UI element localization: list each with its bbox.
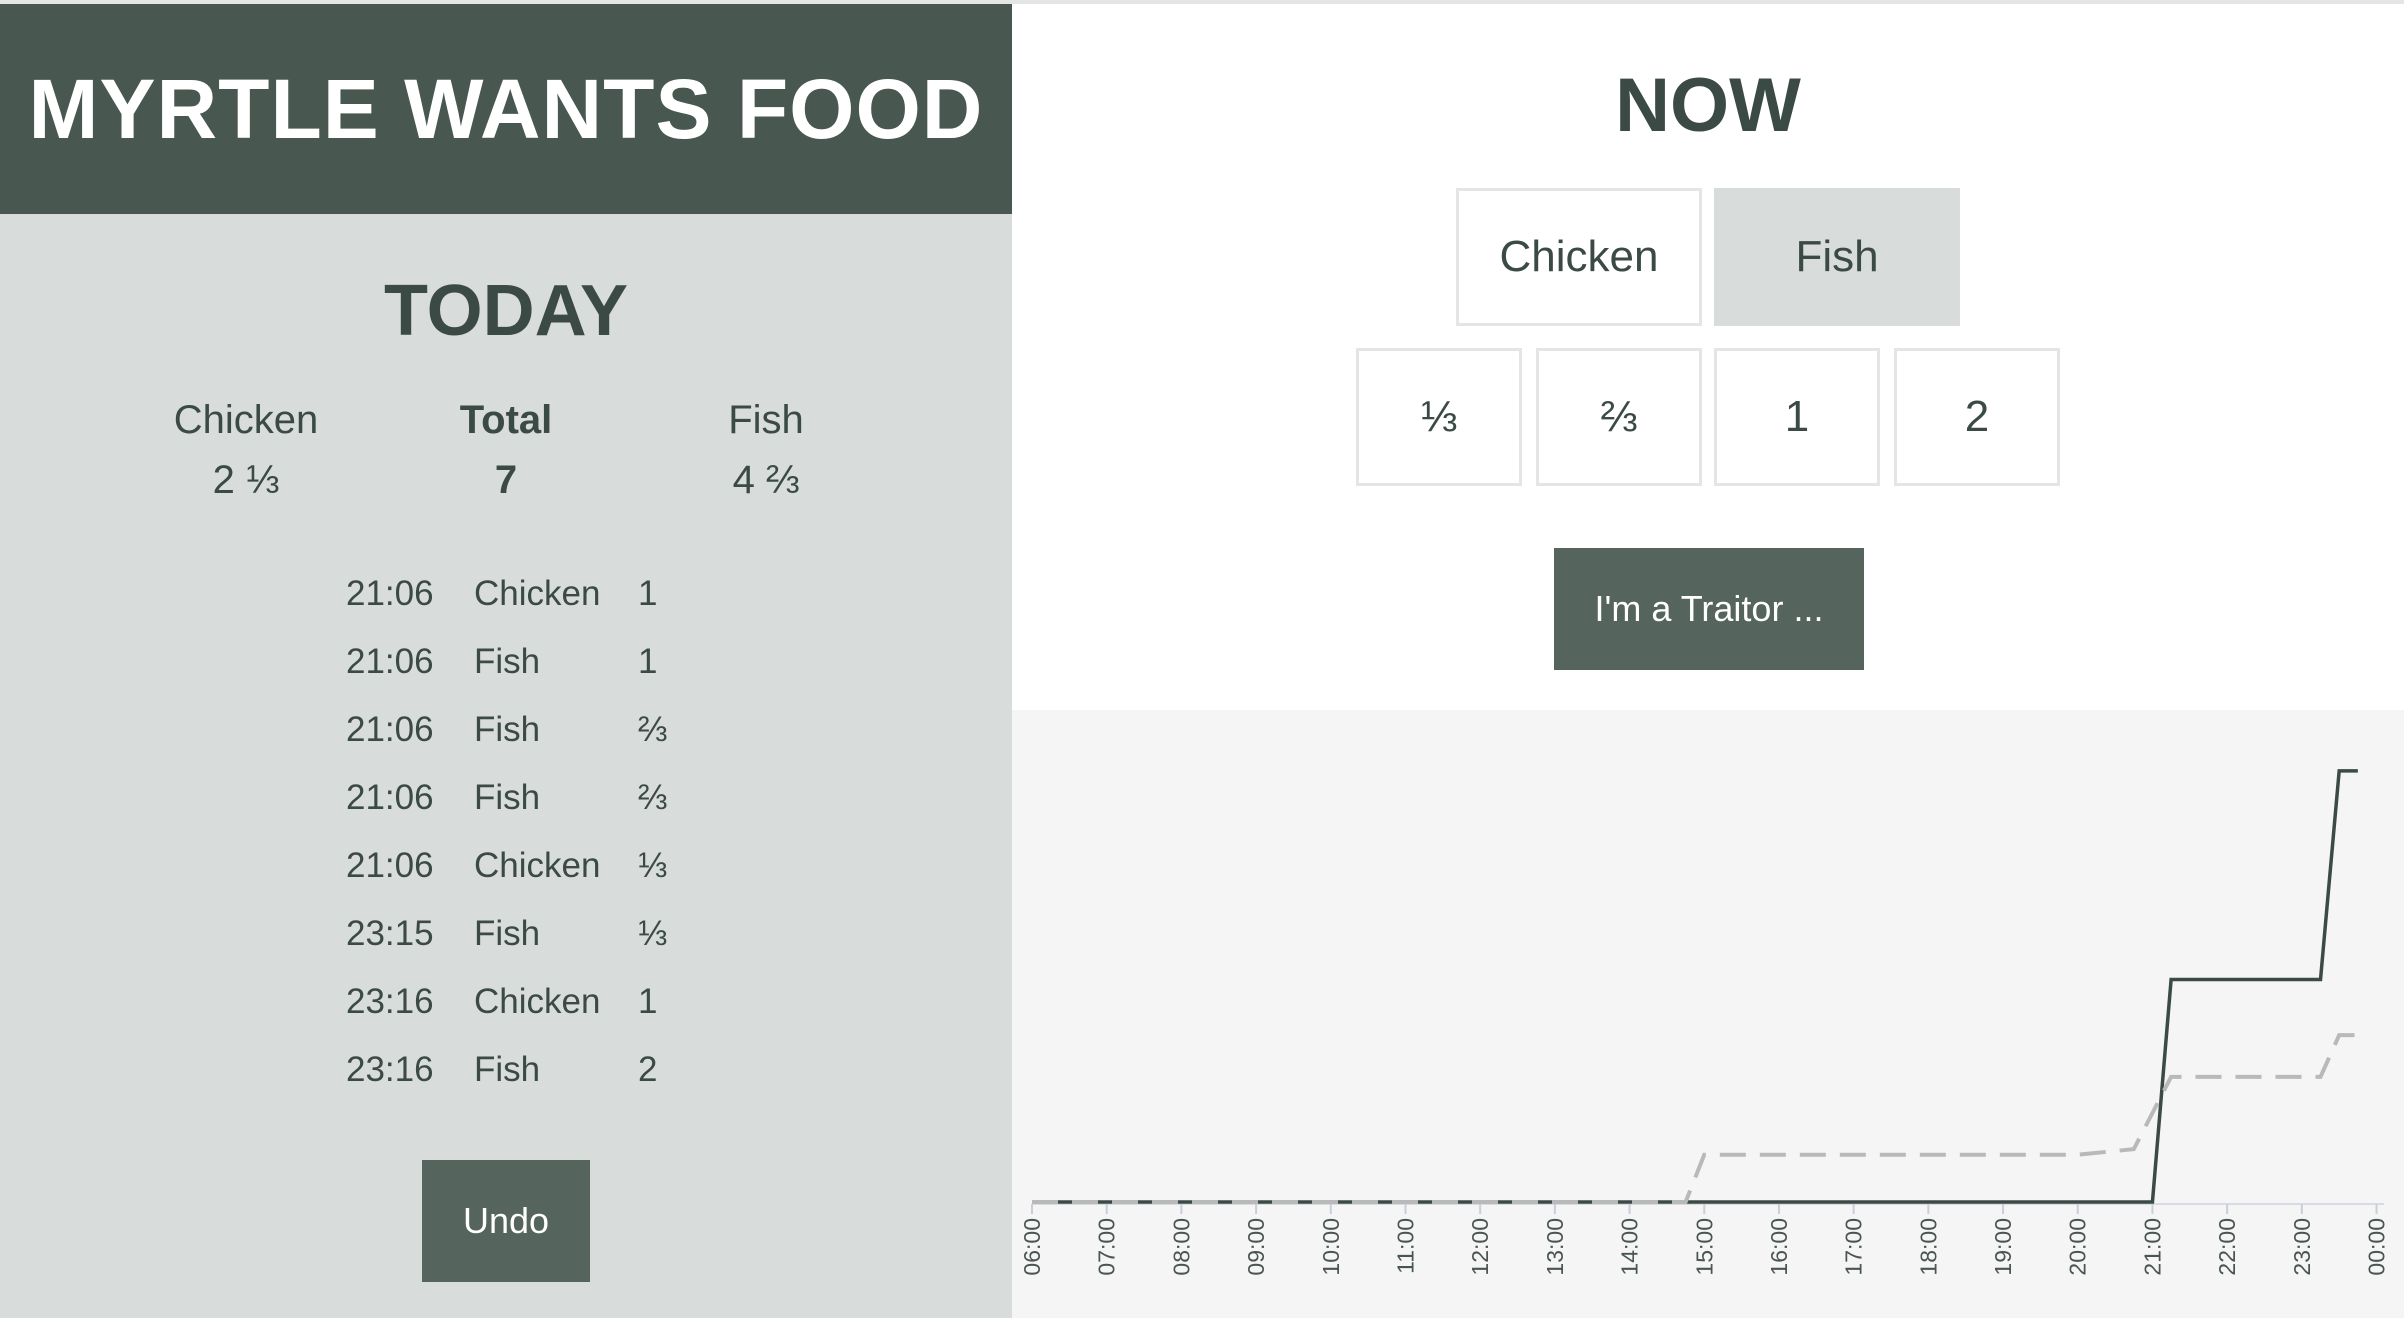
- log-food: Fish: [474, 1050, 541, 1089]
- summary-total-value: 7: [494, 458, 518, 502]
- log-food: Chicken: [474, 982, 601, 1021]
- log-amount: ⅔: [638, 778, 668, 817]
- now-title: NOW: [1615, 63, 1801, 148]
- x-tick-label: 06:00: [1019, 1218, 1045, 1276]
- amount-one-third-button[interactable]: ⅓: [1356, 348, 1522, 486]
- food-fish-button[interactable]: Fish: [1714, 188, 1960, 326]
- log-row: 21:06 Chicken 1: [346, 560, 746, 628]
- x-tick-label: 16:00: [1766, 1218, 1792, 1276]
- x-tick-label: 21:00: [2139, 1218, 2165, 1276]
- x-tick-label: 13:00: [1542, 1218, 1568, 1276]
- log-row: 21:06 Fish ⅔: [346, 764, 746, 832]
- feeding-log: 21:06 Chicken 1 21:06 Fish 1 21:06 Fish …: [346, 560, 746, 1104]
- amount-two-thirds-button[interactable]: ⅔: [1536, 348, 1702, 486]
- x-tick-label: 19:00: [1990, 1218, 2016, 1276]
- summary-chicken-label: Chicken: [173, 398, 319, 442]
- log-amount: 1: [638, 642, 658, 681]
- x-tick-label: 17:00: [1841, 1218, 1867, 1276]
- log-time: 23:16: [346, 982, 434, 1021]
- log-row: 23:15 Fish ⅓: [346, 900, 746, 968]
- log-food: Fish: [474, 778, 541, 817]
- log-row: 21:06 Fish ⅔: [346, 696, 746, 764]
- log-amount: 1: [638, 574, 658, 613]
- x-tick-label: 12:00: [1467, 1218, 1493, 1276]
- log-time: 21:06: [346, 642, 434, 681]
- summary-fish-label: Fish: [728, 398, 804, 442]
- log-time: 21:06: [346, 710, 434, 749]
- x-tick-label: 08:00: [1168, 1218, 1194, 1276]
- summary-chicken-value: 2 ⅓: [212, 458, 280, 502]
- x-tick-label: 00:00: [2364, 1218, 2390, 1276]
- log-amount: ⅓: [638, 846, 668, 885]
- log-time: 23:15: [346, 914, 434, 953]
- log-food: Fish: [474, 914, 541, 953]
- log-food: Fish: [474, 642, 541, 681]
- log-time: 21:06: [346, 846, 434, 885]
- chart-svg: 06:00 07:00 08:00 09:00 10:00 11:00 12:00 13:00…: [1019, 769, 2390, 1276]
- summary-total-label: Total: [459, 398, 553, 442]
- x-tick-label: 10:00: [1318, 1218, 1344, 1276]
- app-title: MYRTLE WANTS FOOD: [28, 61, 984, 156]
- x-tick-label: 09:00: [1243, 1218, 1269, 1276]
- log-time: 21:06: [346, 574, 434, 613]
- app-header: MYRTLE WANTS FOOD: [0, 4, 1012, 214]
- amount-one-button[interactable]: 1: [1714, 348, 1880, 486]
- amount-two-button[interactable]: 2: [1894, 348, 2060, 486]
- summary-chicken: Chicken 2 ⅓: [116, 390, 376, 510]
- summary-total: Total 7: [376, 390, 636, 510]
- log-row: 21:06 Chicken ⅓: [346, 832, 746, 900]
- x-tick-label: 18:00: [1915, 1218, 1941, 1276]
- log-time: 23:16: [346, 1050, 434, 1089]
- log-amount: 2: [638, 1050, 658, 1089]
- log-food: Fish: [474, 710, 541, 749]
- feeding-chart: 06:00 07:00 08:00 09:00 10:00 11:00 12:00 13:00…: [1012, 710, 2404, 1318]
- summary-fish: Fish 4 ⅔: [636, 390, 896, 510]
- today-title: TODAY: [383, 271, 629, 351]
- summary-fish-value: 4 ⅔: [732, 458, 800, 502]
- x-tick-label: 22:00: [2214, 1218, 2240, 1276]
- x-tick-label: 14:00: [1617, 1218, 1643, 1276]
- x-tick-label: 20:00: [2065, 1218, 2091, 1276]
- x-tick-label: 11:00: [1392, 1218, 1418, 1274]
- food-chicken-button[interactable]: Chicken: [1456, 188, 1702, 326]
- log-time: 21:06: [346, 778, 434, 817]
- x-tick-label: 23:00: [2289, 1218, 2315, 1276]
- log-amount: ⅔: [638, 710, 668, 749]
- log-food: Chicken: [474, 574, 601, 613]
- x-tick-label: 07:00: [1094, 1218, 1120, 1276]
- log-row: 23:16 Chicken 1: [346, 968, 746, 1036]
- app-root: MYRTLE WANTS FOOD TODAY Chicken 2 ⅓ Tota…: [0, 0, 2404, 1318]
- x-tick-label: 15:00: [1691, 1218, 1717, 1276]
- log-row: 21:06 Fish 1: [346, 628, 746, 696]
- log-row: 23:16 Fish 2: [346, 1036, 746, 1104]
- log-amount: ⅓: [638, 914, 668, 953]
- solid-series-line: [1032, 769, 2358, 1204]
- traitor-button[interactable]: I'm a Traitor ...: [1554, 548, 1864, 670]
- undo-button[interactable]: Undo: [422, 1160, 590, 1282]
- log-food: Chicken: [474, 846, 601, 885]
- log-amount: 1: [638, 982, 658, 1021]
- today-panel: MYRTLE WANTS FOOD TODAY Chicken 2 ⅓ Tota…: [0, 4, 1012, 1318]
